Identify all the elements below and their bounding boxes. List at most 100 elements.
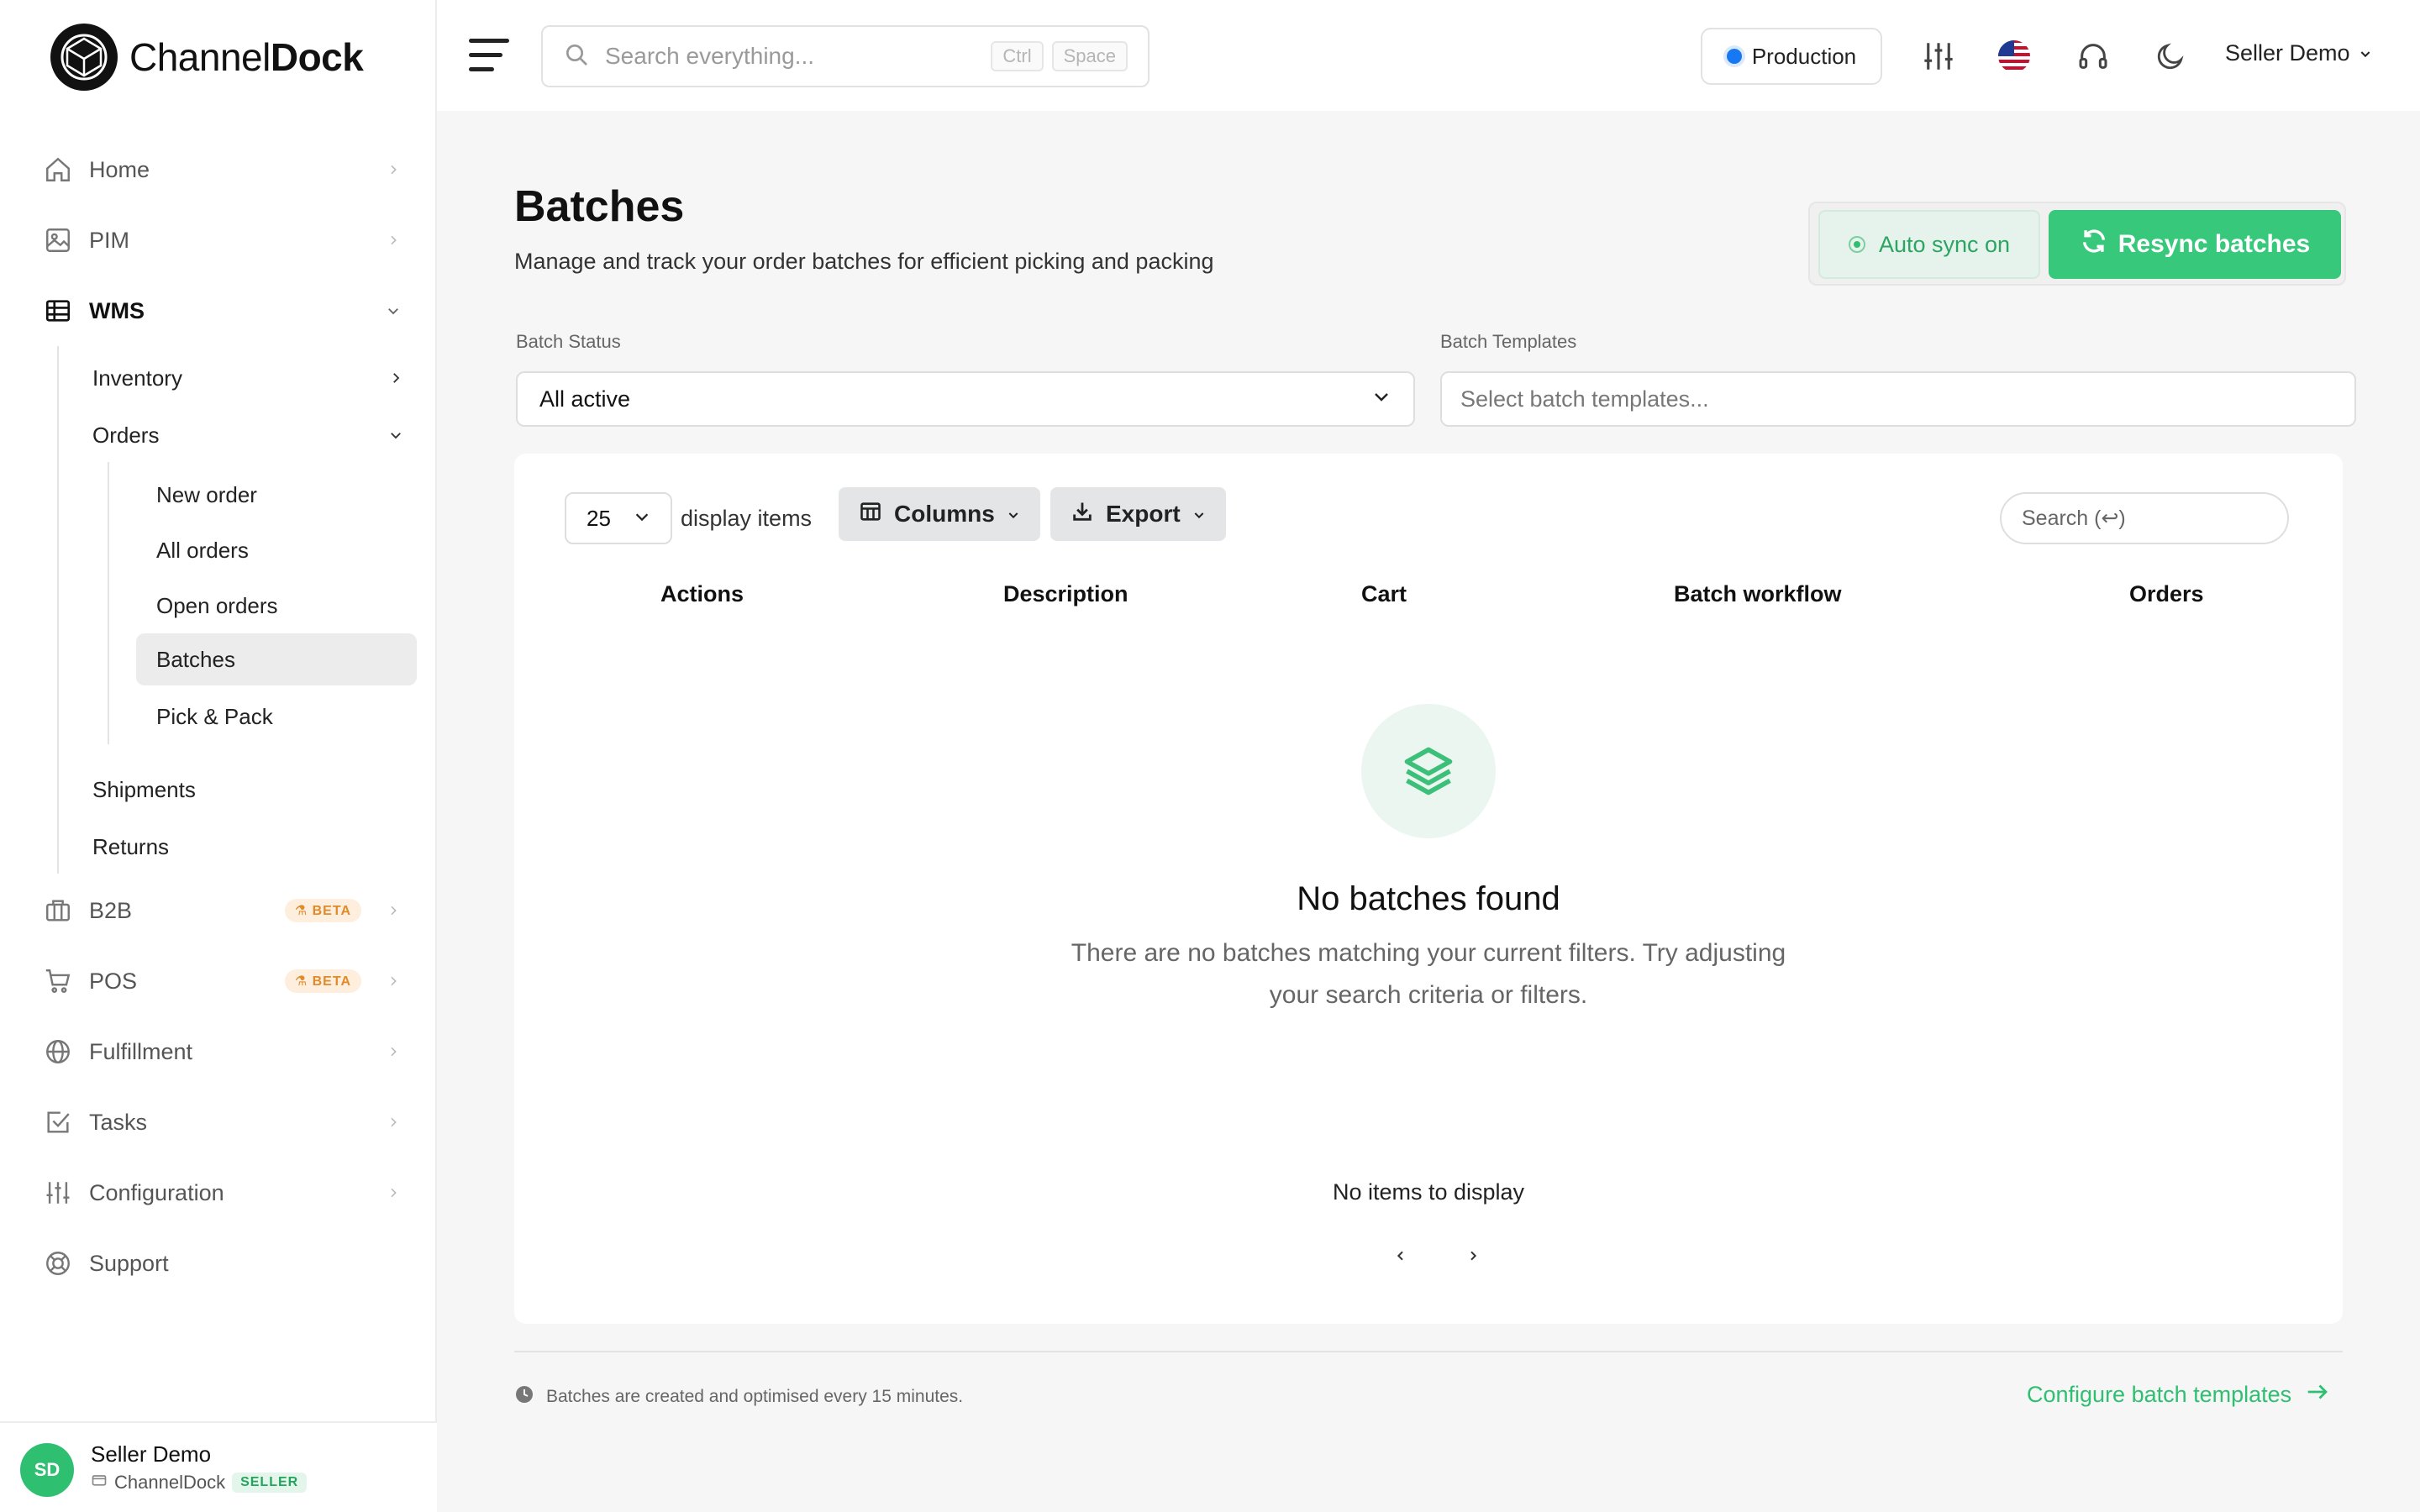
batch-templates-label: Batch Templates [1440,331,1577,352]
page-subtitle: Manage and track your order batches for … [514,249,1214,274]
filters-sliders-icon[interactable] [1919,37,1958,76]
batches-table: 25 display items Columns Export Search (… [514,454,2343,1324]
sidebar-item-pim[interactable]: PIM [42,215,403,265]
sliders-icon [42,1177,74,1209]
batch-status-label: Batch Status [516,331,621,352]
chevron-right-icon [383,971,403,991]
sidebar-item-home[interactable]: Home [42,144,403,195]
column-header-actions[interactable]: Actions [660,581,744,607]
no-items-message: No items to display [1332,1179,1525,1205]
chevron-right-icon [383,1183,403,1203]
lifebuoy-icon [42,1247,74,1279]
batch-status-select[interactable]: All active [516,371,1415,427]
chevron-down-icon [383,301,403,321]
layers-icon [1361,704,1496,838]
sidebar: ChannelDock Home PIM WMS Inventory Order… [0,0,437,1512]
table-icon [42,295,74,327]
top-bar: Search everything... Ctrl Space Producti… [437,0,2420,111]
chevron-down-icon [1371,386,1392,412]
sidebar-user-card[interactable]: SD Seller Demo ChannelDock SELLER [0,1421,437,1512]
auto-sync-toggle[interactable]: Auto sync on [1818,210,2040,279]
beta-badge: ⚗ BETA [284,899,361,922]
chevron-right-icon [383,1042,403,1062]
us-flag-icon[interactable] [1995,37,2033,76]
chevron-down-icon [388,423,403,449]
display-items-label: display items [681,506,813,531]
globe-icon [42,1036,74,1068]
arrow-right-icon [2305,1379,2330,1410]
tree-guide [57,346,59,874]
sidebar-item-batches[interactable]: Batches [136,633,417,685]
global-search-input[interactable]: Search everything... Ctrl Space [541,25,1150,87]
sidebar-item-b2b[interactable]: B2B ⚗ BETA [42,885,403,936]
dark-mode-moon-icon[interactable] [2151,37,2190,76]
column-header-description[interactable]: Description [1003,581,1128,607]
search-icon [563,41,590,72]
chevron-down-icon [1192,501,1206,528]
export-button[interactable]: Export [1050,487,1226,541]
column-header-cart[interactable]: Cart [1361,581,1407,607]
tree-guide [108,462,109,744]
user-name: Seller Demo [91,1441,212,1467]
sidebar-item-new-order[interactable]: New order [136,469,417,521]
empty-state-title: No batches found [1297,880,1560,917]
logo-mark-icon [50,24,118,91]
page-size-select[interactable]: 25 [565,492,672,544]
prev-page-icon[interactable] [1388,1243,1413,1268]
sidebar-item-pick-pack[interactable]: Pick & Pack [136,690,417,743]
sidebar-item-wms[interactable]: WMS [42,286,403,336]
sidebar-item-tasks[interactable]: Tasks [42,1097,403,1147]
empty-state-description: There are no batches matching your curre… [1071,939,1786,1009]
download-icon [1071,500,1094,529]
sidebar-item-shipments[interactable]: Shipments [92,766,403,813]
configure-batch-templates-link[interactable]: Configure batch templates [2027,1379,2330,1410]
shortcut-key: Ctrl [991,41,1044,71]
column-header-batch-workflow[interactable]: Batch workflow [1674,581,1842,607]
brand-logo[interactable]: ChannelDock [50,24,364,91]
shortcut-key: Space [1051,41,1128,71]
user-org: ChannelDock SELLER [91,1472,308,1494]
role-badge: SELLER [232,1473,308,1493]
sidebar-item-open-orders[interactable]: Open orders [136,580,417,632]
image-icon [42,224,74,256]
sidebar-item-returns[interactable]: Returns [92,823,403,870]
sidebar-item-pos[interactable]: POS ⚗ BETA [42,956,403,1006]
columns-button[interactable]: Columns [839,487,1040,541]
chevron-right-icon [383,900,403,921]
status-dot-icon [1848,236,1865,253]
sidebar-item-orders[interactable]: Orders [92,412,403,459]
clock-icon [514,1384,534,1410]
environment-dot [1726,49,1742,64]
briefcase-icon [42,895,74,927]
checkbox-icon [42,1106,74,1138]
chevron-down-icon [633,506,651,532]
resync-batches-button[interactable]: Resync batches [2049,210,2341,279]
table-search-input[interactable]: Search (↩) [2000,492,2289,544]
home-icon [42,154,74,186]
headphones-icon[interactable] [2074,37,2112,76]
chevron-down-icon [1007,501,1020,528]
cart-icon [42,965,74,997]
page-title: Batches [514,182,685,231]
store-icon [91,1472,108,1494]
main-content: Batches Manage and track your order batc… [437,111,2420,1512]
refresh-icon [2080,227,2108,262]
sidebar-item-configuration[interactable]: Configuration [42,1168,403,1218]
column-header-orders[interactable]: Orders [2129,581,2204,607]
environment-selector[interactable]: Production [1701,28,1882,85]
sidebar-item-support[interactable]: Support [42,1238,403,1289]
sidebar-item-fulfillment[interactable]: Fulfillment [42,1026,403,1077]
chevron-down-icon [2359,40,2372,66]
menu-toggle-icon[interactable] [469,37,511,74]
sidebar-item-inventory[interactable]: Inventory [92,354,403,402]
footer-note: Batches are created and optimised every … [514,1384,963,1410]
columns-icon [859,500,882,529]
chevron-right-icon [383,1112,403,1132]
chevron-right-icon [388,365,403,391]
avatar: SD [20,1443,74,1497]
next-page-icon[interactable] [1460,1243,1486,1268]
sync-actions: Auto sync on Resync batches [1808,202,2346,286]
user-menu[interactable]: Seller Demo [2225,40,2372,66]
batch-templates-input[interactable]: Select batch templates... [1440,371,2356,427]
sidebar-item-all-orders[interactable]: All orders [136,524,417,576]
